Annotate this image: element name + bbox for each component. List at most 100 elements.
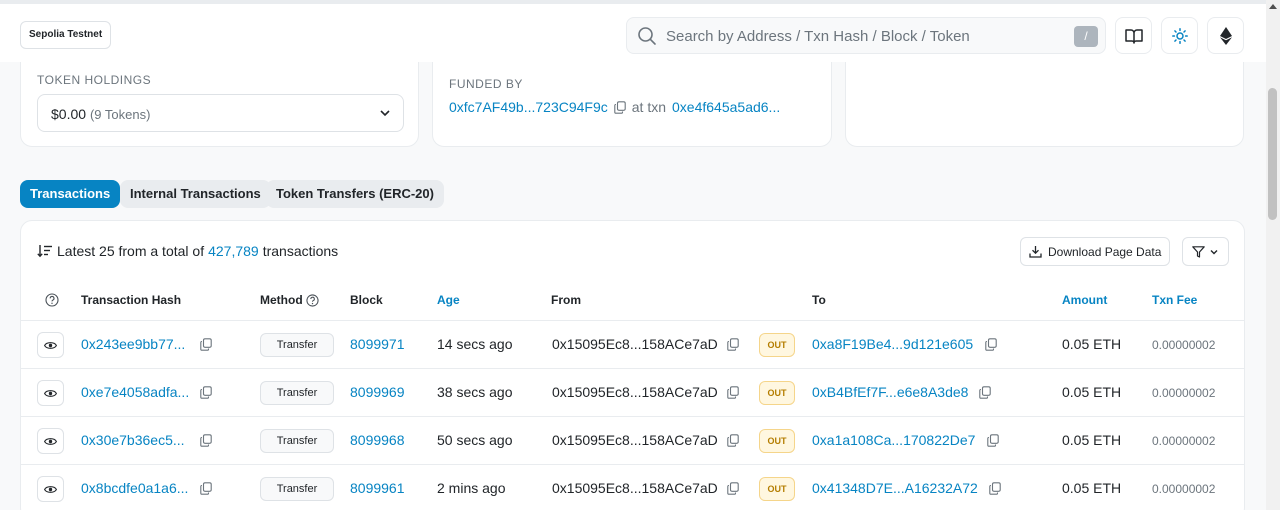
age-text: 14 secs ago [437,336,513,352]
copy-icon[interactable] [200,482,212,495]
eye-icon [44,341,57,349]
column-header-method-label: Method [260,293,303,307]
more-info-card: FUNDED BY 0xfc7AF49b...723C94F9c at txn … [432,62,832,147]
eye-icon [44,485,57,493]
direction-badge: OUT [759,429,795,453]
copy-icon[interactable] [727,482,739,495]
copy-icon[interactable] [727,338,739,351]
copy-icon[interactable] [987,434,999,447]
page-scrollbar[interactable] [1266,0,1280,510]
download-icon [1029,246,1042,258]
view-details-button[interactable] [37,476,64,502]
to-address-link[interactable]: 0xB4BfEf7F...e6e8A3de8 [812,384,968,400]
direction-badge: OUT [759,333,795,357]
method-badge: Transfer [260,477,334,501]
search-input[interactable]: Search by Address / Txn Hash / Block / T… [666,28,970,45]
docs-button[interactable] [1115,17,1152,54]
help-icon[interactable] [306,293,319,307]
method-badge: Transfer [260,429,334,453]
filter-button[interactable] [1182,237,1229,266]
view-details-button[interactable] [37,428,64,454]
direction-badge: OUT [759,477,795,501]
to-address-link[interactable]: 0xa8F19Be4...9d121e605 [812,336,973,352]
help-icon[interactable] [45,293,59,307]
sun-icon [1171,27,1188,44]
amount-text: 0.05 ETH [1062,480,1122,496]
token-holdings-dropdown[interactable]: $0.00 (9 Tokens) [37,94,404,132]
copy-icon[interactable] [200,338,212,351]
column-header-txn-fee[interactable]: Txn Fee [1152,293,1197,307]
search-shortcut-key: / [1074,26,1098,47]
column-header-from: From [551,293,581,307]
token-holdings-count: (9 Tokens) [89,107,151,122]
direction-badge: OUT [759,381,795,405]
view-details-button[interactable] [37,332,64,358]
method-badge: Transfer [260,333,334,357]
summary-suffix: transactions [262,243,339,259]
method-badge: Transfer [260,381,334,405]
table-row: 0xe7e4058adfa... Transfer 8099969 38 sec… [21,369,1244,417]
view-details-button[interactable] [37,380,64,406]
chevron-down-icon [1210,249,1218,254]
summary-prefix: Latest 25 from a total of [57,243,205,259]
to-address-link[interactable]: 0xa1a108Ca...170822De7 [812,432,975,448]
funded-by-address-link[interactable]: 0xfc7AF49b...723C94F9c [449,99,608,115]
to-address-link[interactable]: 0x41348D7E...A16232A72 [812,480,978,496]
txn-hash-link[interactable]: 0x243ee9bb77... [81,336,185,352]
copy-icon[interactable] [989,482,1001,495]
copy-icon[interactable] [200,386,212,399]
copy-icon[interactable] [200,434,212,447]
txn-fee-text: 0.00000002 [1152,482,1216,496]
search-bar[interactable]: Search by Address / Txn Hash / Block / T… [626,17,1106,54]
table-row: 0x243ee9bb77... Transfer 8099971 14 secs… [21,321,1244,369]
column-header-hash: Transaction Hash [81,293,182,307]
filter-icon [1192,245,1205,258]
summary-count-link[interactable]: 427,789 [208,243,259,259]
txn-hash-link[interactable]: 0x30e7b36ec5... [81,432,185,448]
network-switch-button[interactable] [1207,17,1244,54]
scrollbar-thumb[interactable] [1268,88,1277,220]
scroll-up-arrow[interactable] [1269,4,1277,9]
token-holdings-label: TOKEN HOLDINGS [37,73,152,87]
copy-icon[interactable] [985,338,997,351]
column-header-age[interactable]: Age [437,293,460,307]
age-text: 2 mins ago [437,480,506,496]
tab-transactions[interactable]: Transactions [20,180,121,208]
eye-icon [44,437,57,445]
multichain-info-card [845,62,1244,147]
column-header-amount[interactable]: Amount [1062,293,1107,307]
block-link[interactable]: 8099961 [350,480,405,496]
txn-fee-text: 0.00000002 [1152,434,1216,448]
transactions-summary: Latest 25 from a total of 427,789 transa… [37,243,338,259]
top-navbar: Sepolia Testnet Search by Address / Txn … [0,0,1266,62]
table-row: 0x30e7b36ec5... Transfer 8099968 50 secs… [21,417,1244,465]
age-text: 50 secs ago [437,432,513,448]
funded-by-label: FUNDED BY [449,77,523,91]
download-page-data-button[interactable]: Download Page Data [1020,237,1171,266]
network-badge[interactable]: Sepolia Testnet [20,21,112,49]
txn-hash-link[interactable]: 0xe7e4058adfa... [81,384,189,400]
copy-icon[interactable] [727,434,739,447]
copy-icon[interactable] [614,100,626,114]
at-txn-text: at txn [631,99,667,115]
copy-icon[interactable] [979,386,991,399]
table-row: 0x8bcdfe0a1a6... Transfer 8099961 2 mins… [21,465,1244,510]
chevron-down-icon [380,110,390,117]
txn-fee-text: 0.00000002 [1152,338,1216,352]
download-label: Download Page Data [1048,244,1162,259]
amount-text: 0.05 ETH [1062,384,1122,400]
copy-icon[interactable] [727,386,739,399]
theme-toggle-button[interactable] [1161,17,1198,54]
block-link[interactable]: 8099968 [350,432,405,448]
search-icon [638,27,656,45]
txn-hash-link[interactable]: 0x8bcdfe0a1a6... [81,480,188,496]
ethereum-icon [1219,26,1232,45]
block-link[interactable]: 8099971 [350,336,405,352]
txn-fee-text: 0.00000002 [1152,386,1216,400]
sort-icon [37,245,52,258]
column-header-block: Block [350,293,383,307]
block-link[interactable]: 8099969 [350,384,405,400]
tab-token-transfers[interactable]: Token Transfers (ERC-20) [266,180,444,208]
funded-by-txn-link[interactable]: 0xe4f645a5ad6... [672,99,780,115]
tab-internal-transactions[interactable]: Internal Transactions [120,180,271,208]
